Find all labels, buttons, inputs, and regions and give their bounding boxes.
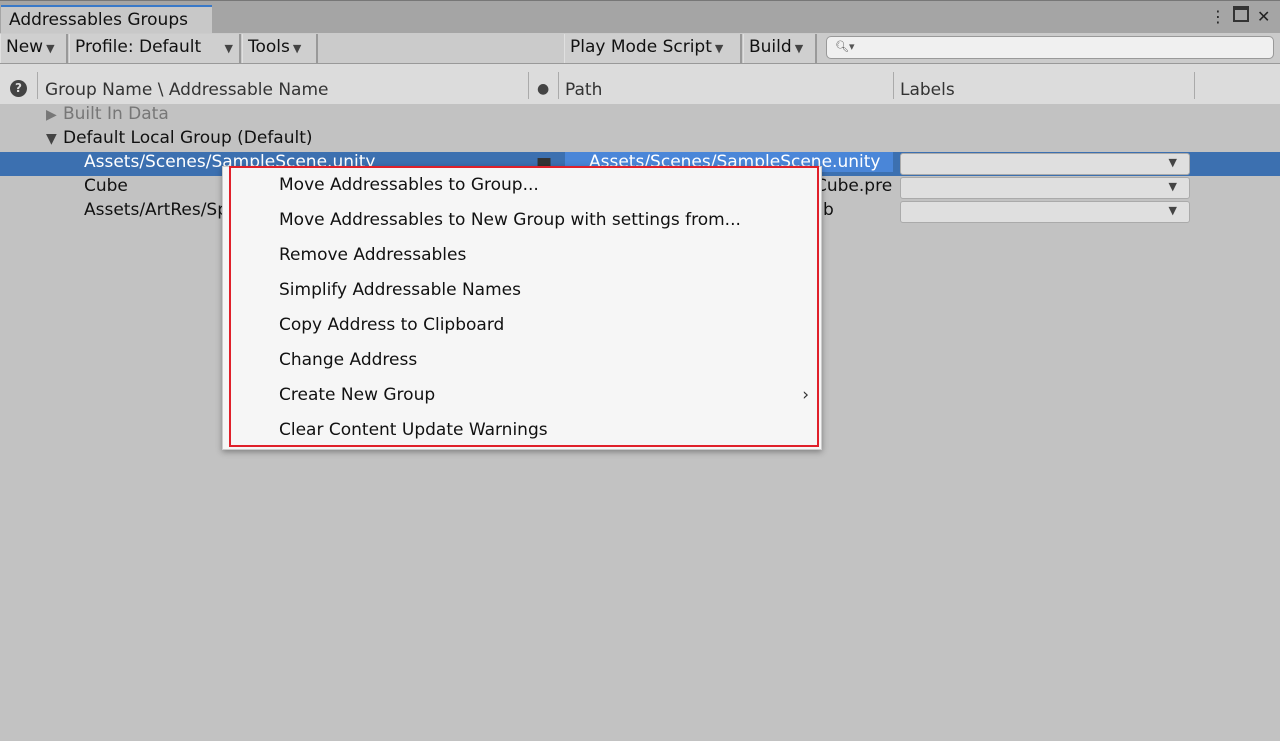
- build-dropdown[interactable]: Build ▼: [743, 34, 817, 63]
- new-dropdown[interactable]: New ▼: [0, 34, 68, 63]
- build-label: Build: [749, 37, 792, 57]
- maximize-icon[interactable]: [1233, 6, 1249, 22]
- labels-dropdown[interactable]: ▼: [900, 201, 1190, 223]
- group-name: Built In Data: [63, 104, 169, 124]
- tab-bar: Addressables Groups ⋮ ✕: [0, 0, 1280, 34]
- tab-title: Addressables Groups: [9, 10, 188, 30]
- chevron-down-icon: ▼: [224, 42, 233, 55]
- search-input[interactable]: 🔍︎▾: [826, 36, 1274, 59]
- expand-arrow-icon[interactable]: ▶: [46, 107, 57, 123]
- highlight-box: [229, 166, 819, 447]
- group-row[interactable]: ▶ Built In Data: [0, 104, 1280, 128]
- entry-path: b: [823, 200, 834, 220]
- chevron-down-icon: ▼: [1168, 180, 1177, 193]
- help-icon[interactable]: ?: [10, 80, 27, 97]
- chevron-down-icon: ▼: [292, 42, 302, 55]
- tools-label: Tools: [248, 37, 290, 57]
- column-group-name[interactable]: Group Name \ Addressable Name: [45, 80, 329, 100]
- entry-name: Cube: [84, 176, 128, 196]
- toolbar: New ▼ Profile: Default ▼ Tools ▼ Play Mode …: [0, 33, 1280, 64]
- group-name: Default Local Group (Default): [63, 128, 313, 148]
- close-icon[interactable]: ✕: [1257, 7, 1270, 26]
- asset-type-icon: ●: [537, 81, 550, 97]
- column-divider[interactable]: [37, 72, 38, 99]
- tools-dropdown[interactable]: Tools ▼: [242, 34, 318, 63]
- chevron-down-icon: ▼: [794, 42, 804, 55]
- entry-path: Cube.pre: [815, 176, 893, 196]
- chevron-down-icon: ▼: [1168, 204, 1177, 217]
- labels-dropdown[interactable]: ▼: [900, 177, 1190, 199]
- entry-name: Assets/ArtRes/Sp: [84, 200, 229, 220]
- play-mode-label: Play Mode Script: [570, 37, 712, 57]
- kebab-icon[interactable]: ⋮: [1210, 7, 1226, 26]
- collapse-arrow-icon[interactable]: ▼: [46, 131, 57, 147]
- profile-dropdown[interactable]: Profile: Default ▼: [69, 34, 241, 63]
- tab-addressables-groups[interactable]: Addressables Groups: [1, 5, 212, 34]
- column-divider[interactable]: [528, 72, 529, 99]
- group-row[interactable]: ▼ Default Local Group (Default): [0, 128, 1280, 152]
- column-labels[interactable]: Labels: [900, 80, 955, 100]
- column-divider[interactable]: [1194, 72, 1195, 99]
- chevron-down-icon: ▼: [1168, 156, 1177, 169]
- column-header: ? Group Name \ Addressable Name ● Path L…: [0, 64, 1280, 104]
- new-label: New: [6, 37, 44, 57]
- column-divider[interactable]: [558, 72, 559, 99]
- profile-label: Profile: Default: [75, 37, 202, 57]
- search-icon: 🔍︎▾: [835, 40, 855, 53]
- play-mode-script-dropdown[interactable]: Play Mode Script ▼: [564, 34, 742, 63]
- column-divider[interactable]: [893, 72, 894, 99]
- column-path[interactable]: Path: [565, 80, 602, 100]
- labels-dropdown[interactable]: ▼: [900, 153, 1190, 175]
- chevron-down-icon: ▼: [714, 42, 724, 55]
- chevron-down-icon: ▼: [46, 42, 55, 55]
